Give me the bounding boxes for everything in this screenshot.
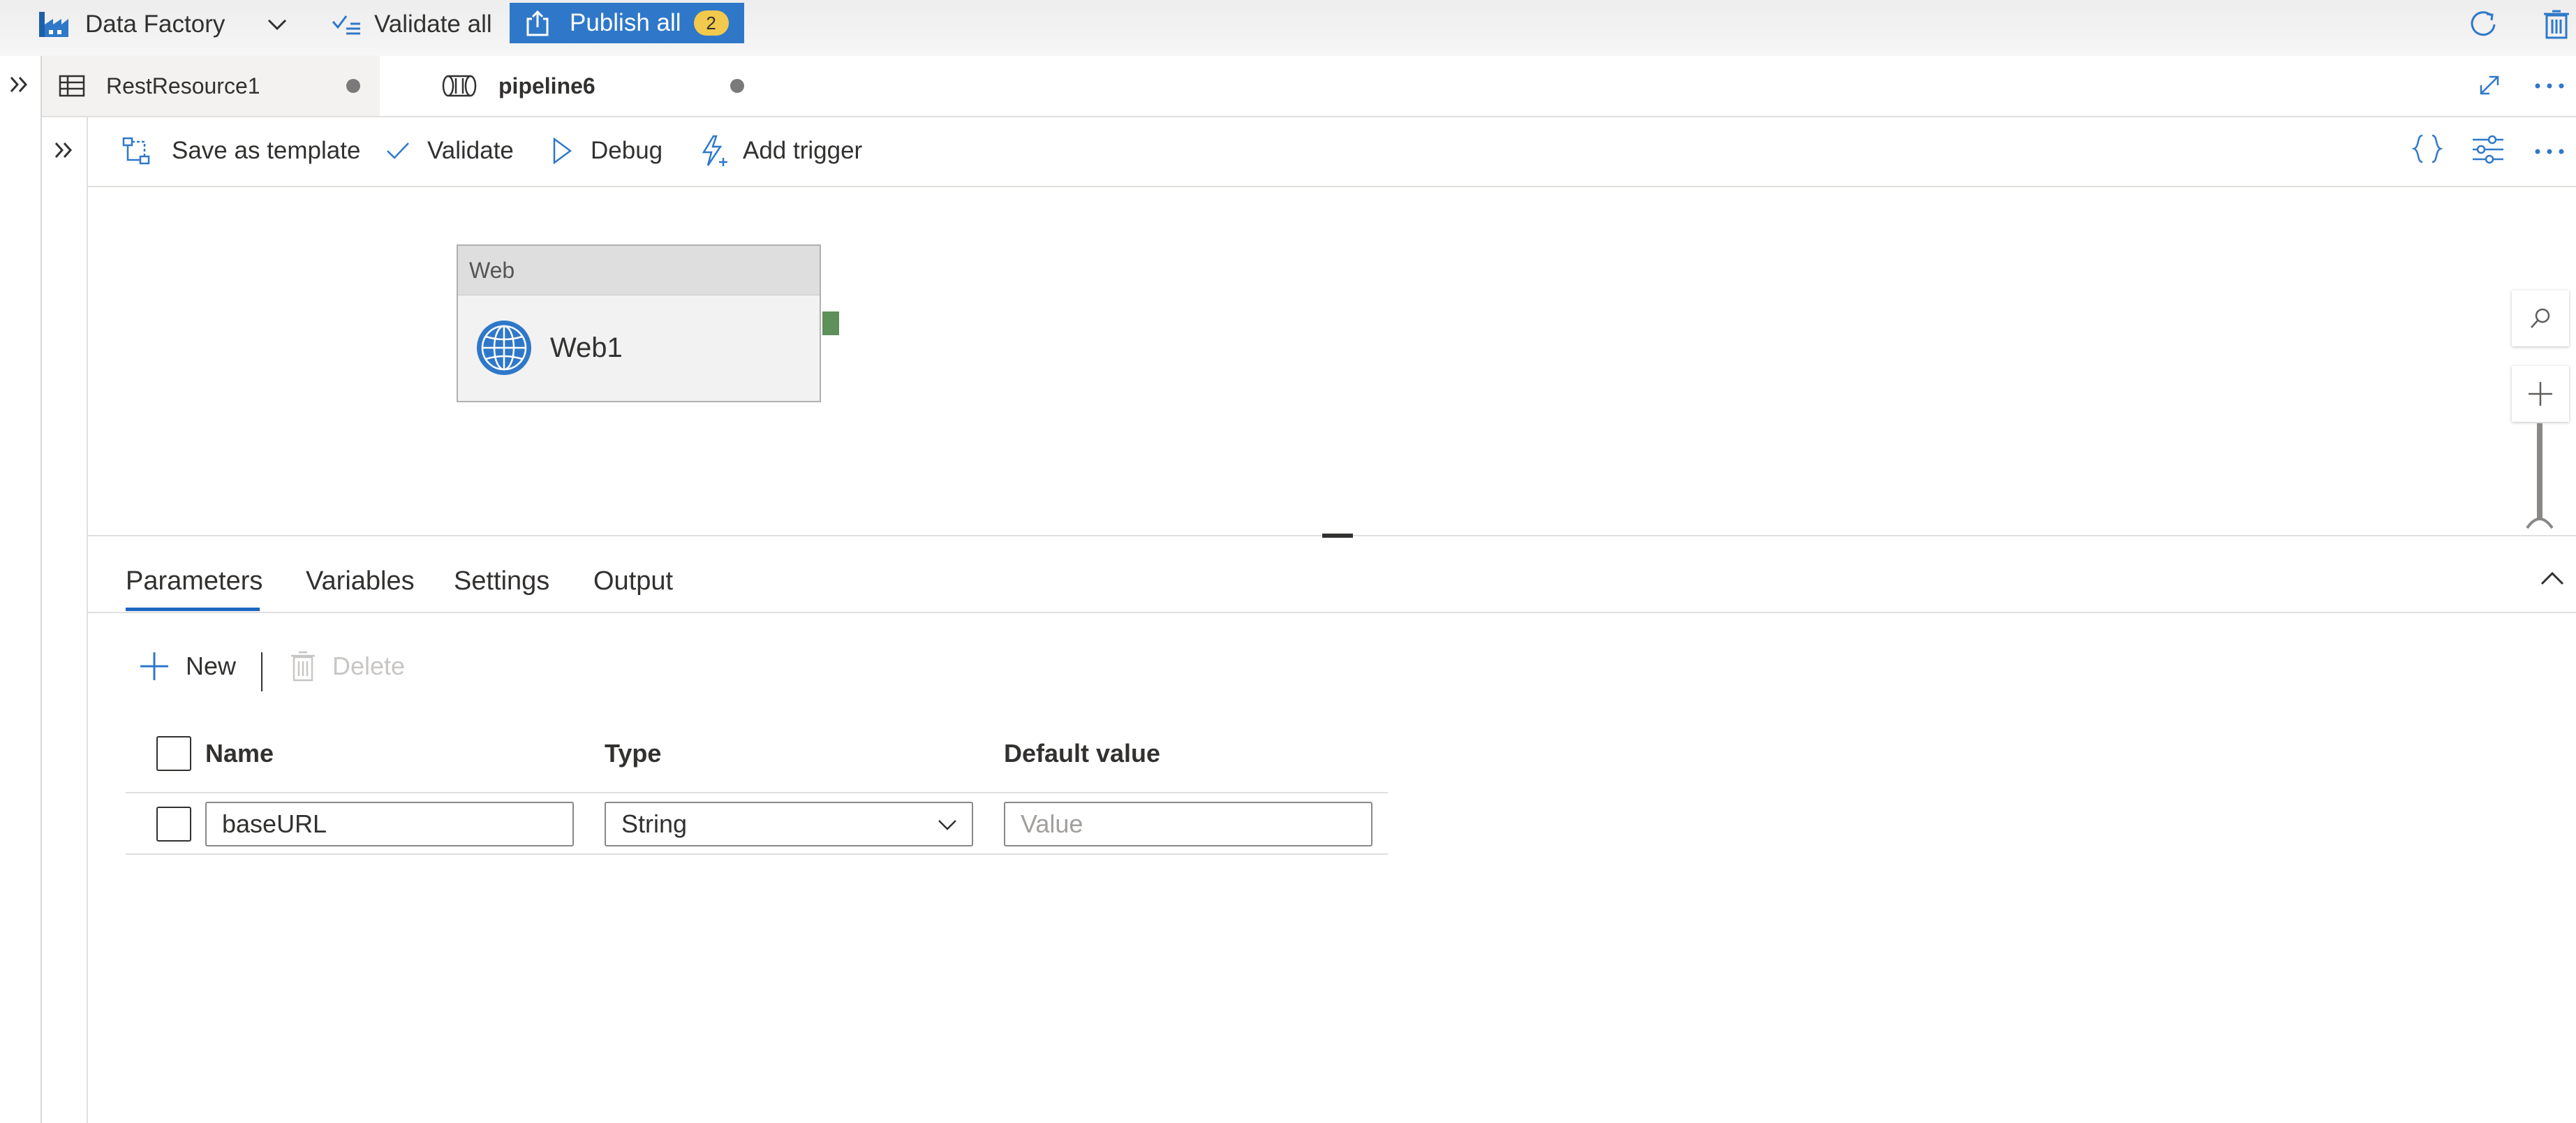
validate-all-label: Validate all	[374, 10, 492, 38]
tab-output[interactable]: Output	[593, 552, 673, 610]
active-tab-indicator	[126, 608, 260, 611]
maximize-icon[interactable]	[2477, 73, 2502, 98]
new-parameter-button[interactable]: New	[138, 645, 236, 687]
plus-icon	[2526, 380, 2554, 408]
delete-parameter-button[interactable]: Delete	[290, 645, 405, 687]
activity-type-header: Web	[458, 246, 820, 295]
collapse-pane-icon[interactable]	[2540, 570, 2565, 587]
toolbar-more-icon[interactable]	[2534, 148, 2565, 155]
default-value-input[interactable]: Value	[1004, 802, 1372, 846]
expand-activities-icon[interactable]	[53, 140, 75, 161]
tab-more-icon[interactable]	[2534, 82, 2565, 89]
validate-all-button[interactable]: Validate all	[331, 0, 492, 49]
tab-settings[interactable]: Settings	[454, 552, 549, 610]
properties-icon[interactable]	[2471, 134, 2505, 165]
parameter-type-value: String	[621, 809, 688, 838]
tab-label: Variables	[306, 566, 415, 596]
chevron-down-icon[interactable]	[267, 17, 288, 31]
web-activity-node[interactable]: Web Web1	[457, 244, 821, 402]
splitter-handle[interactable]	[1322, 534, 1353, 538]
tab-variables[interactable]: Variables	[306, 552, 415, 610]
left-nav-strip	[0, 56, 42, 1123]
validate-all-icon	[331, 10, 362, 38]
row-checkbox[interactable]	[156, 807, 191, 842]
activities-panel-collapsed	[42, 117, 88, 1123]
zoom-slider-track[interactable]	[2537, 423, 2542, 520]
tab-restresource1[interactable]: RestResource1	[42, 56, 380, 116]
canvas-search-button[interactable]	[2512, 291, 2569, 346]
checkmark-icon	[385, 140, 410, 161]
discard-all-icon[interactable]	[2542, 8, 2570, 41]
tab-label: Output	[593, 566, 674, 596]
add-trigger-label: Add trigger	[743, 137, 863, 164]
template-icon	[121, 136, 151, 166]
chevron-down-icon	[937, 819, 958, 831]
tab-parameters[interactable]: Parameters	[126, 552, 262, 610]
column-header-default-value: Default value	[1004, 739, 1161, 768]
tab-label: Settings	[454, 566, 550, 596]
activity-name: Web1	[550, 332, 623, 363]
publish-count-badge: 2	[693, 10, 729, 36]
refresh-icon[interactable]	[2467, 8, 2499, 41]
header-divider	[126, 792, 1388, 793]
pipeline-toolbar: Save as template Validate Debug Add trig…	[88, 117, 2576, 187]
play-icon	[552, 137, 572, 165]
zoom-slider-handle[interactable]	[2526, 513, 2554, 529]
publish-icon	[525, 9, 550, 37]
unsaved-dot-icon	[346, 79, 360, 93]
pipeline-icon	[441, 74, 478, 98]
top-bar: Data Factory Validate all Publish all 2	[0, 0, 2576, 57]
select-all-checkbox[interactable]	[156, 736, 191, 771]
debug-button[interactable]: Debug	[552, 117, 662, 184]
trigger-bolt-icon	[699, 134, 729, 168]
parameter-type-select[interactable]: String	[605, 802, 973, 846]
document-tabs: RestResource1 pipeline6	[42, 56, 2576, 117]
expand-nav-icon[interactable]	[8, 74, 31, 95]
search-icon	[2528, 306, 2553, 331]
data-factory-icon	[38, 10, 70, 38]
row-divider	[126, 853, 1388, 855]
column-header-name: Name	[205, 739, 274, 768]
trash-icon	[290, 650, 316, 682]
delete-label: Delete	[332, 652, 406, 680]
validate-button[interactable]: Validate	[385, 117, 514, 184]
column-header-type: Type	[605, 739, 662, 768]
factory-selector[interactable]: Data Factory	[38, 0, 288, 49]
save-as-template-label: Save as template	[172, 137, 361, 164]
tab-label: RestResource1	[106, 73, 260, 98]
plus-icon	[138, 650, 170, 682]
new-label: New	[186, 652, 237, 680]
add-trigger-button[interactable]: Add trigger	[699, 117, 862, 184]
default-value-placeholder: Value	[1021, 809, 1083, 838]
app-name: Data Factory	[85, 10, 225, 38]
debug-label: Debug	[591, 137, 663, 164]
activity-success-port[interactable]	[822, 311, 839, 335]
validate-label: Validate	[427, 137, 514, 164]
action-divider	[261, 652, 262, 691]
publish-all-label: Publish all	[570, 9, 681, 36]
tab-label: Parameters	[126, 566, 263, 596]
zoom-in-button[interactable]	[2512, 366, 2569, 422]
globe-icon	[475, 318, 533, 377]
code-braces-icon[interactable]	[2411, 133, 2443, 165]
unsaved-dot-icon	[730, 79, 744, 93]
save-as-template-button[interactable]: Save as template	[121, 117, 360, 184]
tab-pipeline6[interactable]: pipeline6	[380, 56, 765, 116]
parameter-name-value: baseURL	[222, 809, 327, 838]
publish-all-button[interactable]: Publish all 2	[510, 3, 744, 43]
tab-label: pipeline6	[498, 73, 595, 98]
activity-type: Web	[469, 257, 515, 283]
parameter-name-input[interactable]: baseURL	[205, 802, 574, 846]
properties-pane-tabs: Parameters Variables Settings Output	[88, 552, 2576, 613]
table-icon	[59, 75, 85, 97]
